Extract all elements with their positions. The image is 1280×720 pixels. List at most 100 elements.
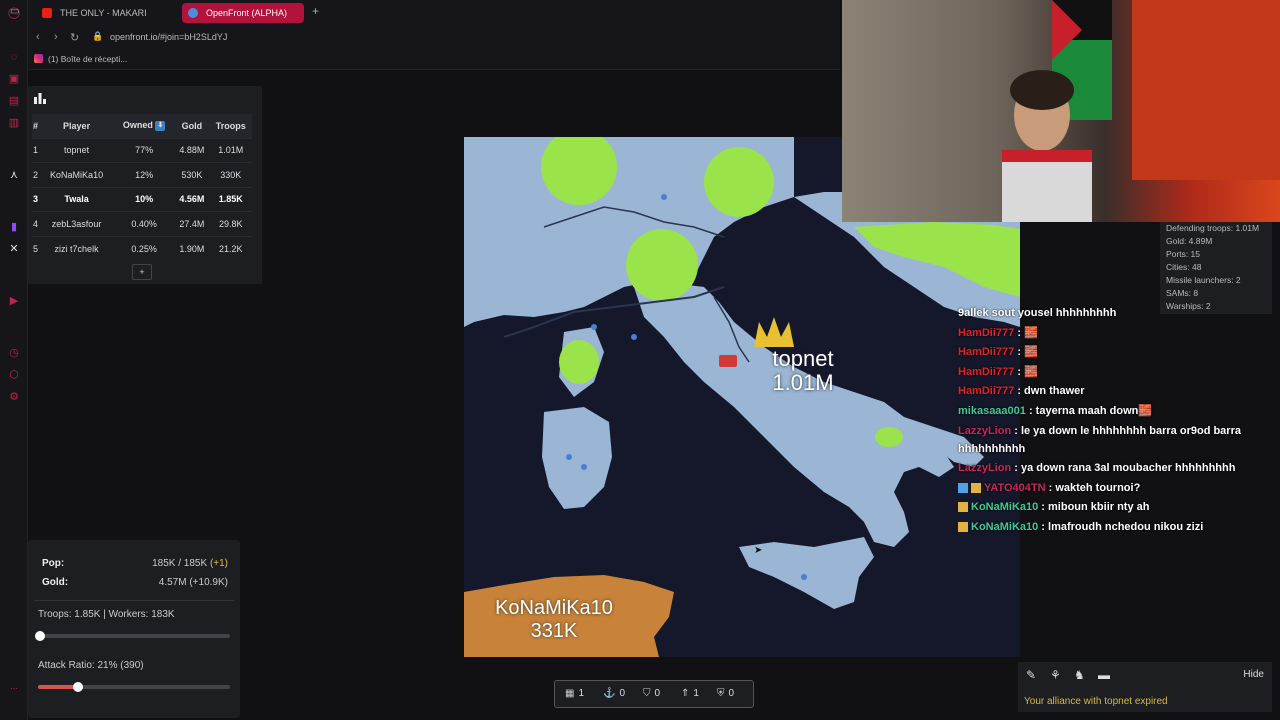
chat-username: KoNaMiKa10 <box>971 520 1039 533</box>
chat-username: HamDii777 <box>958 365 1015 378</box>
col-troops[interactable]: Troops <box>209 114 252 138</box>
defense-count[interactable]: ⛉ 0 <box>643 688 660 699</box>
chat-message: HamDii777 : 🧱 <box>958 343 1274 361</box>
pop-increment: (+1) <box>209 558 228 569</box>
player-name: KoNaMiKa10 <box>39 162 115 188</box>
twitch-icon[interactable]: ▮ <box>7 220 21 234</box>
history-icon[interactable]: ◷ <box>7 346 21 360</box>
ports-count[interactable]: ⚓ 0 <box>603 688 625 699</box>
city-icon: ▦ <box>565 688 575 699</box>
chat-message: HamDii777 : 🧱 <box>958 324 1274 342</box>
troops: 1.85K <box>209 186 252 212</box>
events-panel: ✎ ⚘ ♞ ▬ Hide Your alliance with topnet e… <box>1018 662 1272 712</box>
tab-openfront[interactable]: OpenFront (ALPHA) <box>182 3 304 23</box>
attack-ratio-slider[interactable] <box>38 682 230 692</box>
missile-icon: ⇑ <box>681 688 690 699</box>
city-marker <box>661 194 667 200</box>
slider-knob[interactable] <box>73 682 84 692</box>
troops: 1.01M <box>209 137 252 163</box>
table-row-self[interactable]: 3 Twala 10% 4.56M 1.85K <box>32 186 252 212</box>
cities-count[interactable]: ▦ 1 <box>565 688 584 699</box>
sidebar-app-icon[interactable]: ▣ <box>7 72 21 86</box>
divider <box>34 600 234 601</box>
player-name: zebL3asfour <box>39 211 115 237</box>
player-name: KoNaMiKa10 <box>495 597 613 619</box>
col-player: Player <box>39 114 115 138</box>
alliance-icon[interactable]: ♞ <box>1074 668 1085 682</box>
player-name: zizi t7chelk <box>39 235 115 261</box>
x-icon[interactable]: ✕ <box>7 242 21 256</box>
sidebar-app-icon[interactable]: ▶ <box>7 294 21 308</box>
bookmark-item[interactable]: (1) Boîte de récepti... <box>34 54 127 64</box>
table-row[interactable]: 2 KoNaMiKa10 12% 530K 330K <box>32 162 252 188</box>
leaderboard-expand-button[interactable]: + <box>132 264 152 280</box>
url-field[interactable]: openfront.io/#join=bH2SLdYJ <box>110 32 227 42</box>
youtube-icon <box>42 8 52 18</box>
col-gold[interactable]: Gold <box>174 114 210 138</box>
land-peninsula <box>634 282 954 547</box>
sidebar-app-icon[interactable]: ⬡ <box>7 368 21 382</box>
table-row[interactable]: 1 topnet 77% 4.88M 1.01M <box>32 137 252 163</box>
table-row[interactable]: 5 zizi t7chelk 0.25% 1.90M 21.2K <box>32 235 252 261</box>
player-name: Twala <box>39 186 115 212</box>
sort-desc-icon[interactable]: ⬇ <box>155 121 166 132</box>
table-row[interactable]: 4 zebL3asfour 0.40% 27.4M 29.8K <box>32 211 252 237</box>
green-territory <box>875 427 903 447</box>
rank: 3 <box>32 186 40 212</box>
gold-row: Gold: 4.57M (+10.9K) <box>42 577 228 591</box>
slider-knob[interactable] <box>34 631 45 641</box>
troops: 21.2K <box>209 235 252 261</box>
handshake-icon[interactable]: ⚘ <box>1050 668 1061 682</box>
pop-label: Pop: <box>42 558 65 569</box>
city-marker <box>566 454 572 460</box>
leaderboard-panel: # Player Owned ⬇ Gold Troops 1 topnet 77… <box>28 86 262 284</box>
info-missile-launchers: Missile launchers: 2 <box>1166 275 1241 285</box>
missiles-count[interactable]: ⇑ 1 <box>681 688 699 699</box>
tab-youtube[interactable]: THE ONLY - MAKARI <box>36 3 176 23</box>
cursor-icon: ➤ <box>754 545 763 556</box>
bar-chart-icon[interactable] <box>34 93 46 107</box>
player-label-topnet: topnet 1.01M <box>738 347 868 395</box>
crown-badge-icon <box>958 522 968 533</box>
sidebar-app-icon[interactable]: ◌ <box>7 50 21 64</box>
count: 1 <box>693 688 699 699</box>
more-icon[interactable]: ⋯ <box>7 682 21 696</box>
troops-workers-slider[interactable] <box>34 631 230 641</box>
webcam-overlay <box>842 0 1280 222</box>
owned: 0.40% <box>114 211 175 237</box>
troops: 330K <box>209 162 252 188</box>
owned: 10% <box>114 186 175 212</box>
chat-text: : tayerna maah down🧱 <box>1025 404 1153 417</box>
owned: 0.25% <box>114 235 175 261</box>
workspaces-icon[interactable]: ▭ <box>10 6 19 17</box>
sidebar-app-icon[interactable]: ⋏ <box>7 168 21 182</box>
chat-text: : 🧱 <box>1014 365 1038 378</box>
chat-username: YATO404TN <box>984 481 1046 494</box>
pencil-icon[interactable]: ✎ <box>1026 668 1036 682</box>
sidebar-app-icon[interactable]: ▤ <box>7 94 21 108</box>
chat-message: HamDii777 : 🧱 <box>958 363 1274 381</box>
flag-icon <box>719 355 737 367</box>
chat-text: : dwn thawer <box>1014 385 1085 398</box>
forward-icon[interactable]: › <box>54 31 58 43</box>
city-marker <box>581 464 587 470</box>
settings-icon[interactable]: ⚙ <box>7 390 21 404</box>
back-icon[interactable]: ‹ <box>36 31 40 43</box>
info-cities: Cities: 48 <box>1166 262 1202 272</box>
pop-value-text: 185K / 185K <box>152 558 208 569</box>
leaderboard-table: # Player Owned ⬇ Gold Troops 1 topnet 77… <box>32 114 252 261</box>
col-owned[interactable]: Owned ⬇ <box>114 114 175 138</box>
chat-username: HamDii777 <box>958 346 1015 359</box>
reload-icon[interactable]: ↻ <box>70 31 79 44</box>
instagram-icon <box>34 54 43 63</box>
new-tab-button[interactable]: + <box>312 4 319 18</box>
chat-icon[interactable]: ▬ <box>1098 668 1110 682</box>
sidebar-app-icon[interactable]: ▥ <box>7 116 21 130</box>
chat-message: mikasaaa001 : tayerna maah down🧱 <box>958 402 1274 420</box>
chat-message: 9allek sout yousel hhhhhhhhh <box>958 304 1274 322</box>
city-marker <box>631 334 637 340</box>
anchor-icon: ⚓ <box>603 688 616 699</box>
sams-count[interactable]: ⛨ 0 <box>717 688 734 699</box>
owned: 12% <box>114 162 175 188</box>
hide-button[interactable]: Hide <box>1243 669 1264 680</box>
